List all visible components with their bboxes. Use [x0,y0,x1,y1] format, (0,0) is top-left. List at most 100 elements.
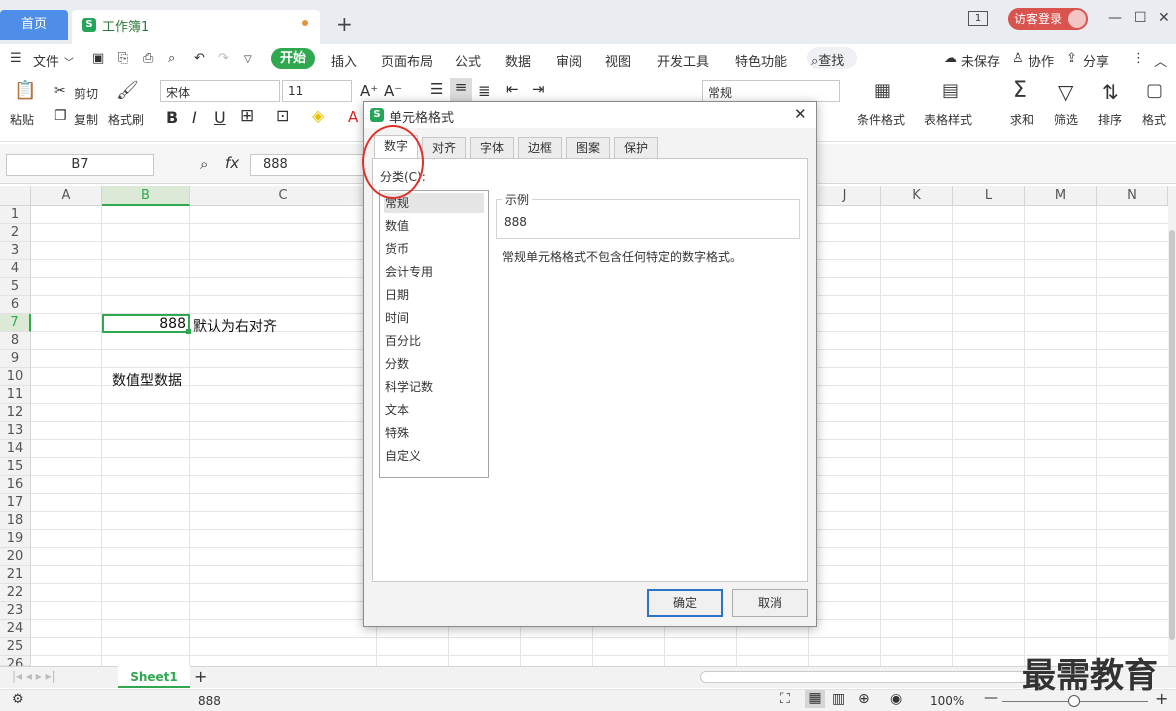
filter-button[interactable]: 筛选 [1054,111,1078,128]
undo-icon[interactable]: ↶ [194,51,205,66]
conditional-format-icon[interactable]: ▦ [874,80,891,101]
export-icon[interactable]: ⎘ [118,51,128,66]
horizontal-scrollbar[interactable] [700,671,1030,683]
fx-icon[interactable]: fx [225,154,239,172]
underline-icon[interactable]: U [214,108,226,127]
category-custom[interactable]: 自定义 [384,446,484,466]
sheet-tab-sheet1[interactable]: Sheet1 [118,666,190,688]
hamburger-icon[interactable]: ☰ [10,51,22,66]
decrease-font-icon[interactable]: A⁻ [384,82,402,100]
tab-pattern[interactable]: 图案 [566,137,610,159]
column-header-k[interactable]: K [881,186,953,206]
dialog-title-bar[interactable]: S 单元格格式 ✕ [364,102,816,128]
redo-icon[interactable]: ↷ [218,51,229,66]
category-scientific[interactable]: 科学记数 [384,377,484,397]
sum-icon[interactable]: Σ [1013,78,1027,103]
fullscreen-icon[interactable]: ⛶ [780,691,790,707]
zoom-icon[interactable]: ⌕ [200,155,208,173]
row-header-23[interactable]: 23 [0,602,31,620]
column-header-n[interactable]: N [1097,186,1168,206]
menu-special[interactable]: 特色功能 [735,51,787,70]
close-window-icon[interactable]: ✕ [1158,10,1170,26]
tab-alignment[interactable]: 对齐 [422,137,466,159]
font-name-select[interactable]: 宋体 [160,80,280,102]
column-header-m[interactable]: M [1025,186,1097,206]
paste-icon[interactable]: 📋 [14,80,36,101]
row-header-10[interactable]: 10 [0,368,31,386]
select-all-corner[interactable] [0,186,31,206]
tab-workbook[interactable]: S 工作簿1 [72,10,320,44]
copy-icon[interactable]: ❐ [54,108,67,124]
paste-button[interactable]: 粘贴 [10,111,34,128]
align-top-icon[interactable]: ☰ [430,80,443,98]
unsaved-label[interactable]: 未保存 [961,51,1000,70]
scissors-icon[interactable]: ✂ [54,83,66,99]
more-chevron-icon[interactable]: ▽ [244,54,252,65]
menu-insert[interactable]: 插入 [331,51,357,70]
column-header-c[interactable]: C [190,186,377,206]
split-view-icon[interactable]: ⊕ [858,691,870,707]
sort-button[interactable]: 排序 [1098,111,1122,128]
row-header-1[interactable]: 1 [0,206,31,224]
search-button[interactable]: ⌕查找 [807,47,857,69]
menu-review[interactable]: 审阅 [556,51,582,70]
cut-button[interactable]: 剪切 [74,85,98,102]
save-icon[interactable]: ▣ [92,51,104,66]
add-sheet-icon[interactable]: + [194,667,207,686]
menu-view[interactable]: 视图 [605,51,631,70]
category-percentage[interactable]: 百分比 [384,331,484,351]
category-currency[interactable]: 货币 [384,239,484,259]
zoom-level[interactable]: 100% [930,694,964,708]
format-painter-button[interactable]: 格式刷 [108,111,144,128]
copy-button[interactable]: 复制 [74,111,98,128]
sheet-nav-arrows-icon[interactable]: |◂ ◂ ▸ ▸| [12,669,56,683]
tab-home[interactable]: 首页 [0,10,68,40]
row-header-24[interactable]: 24 [0,620,31,638]
macro-icon[interactable]: ⚙ [12,692,24,707]
column-header-j[interactable]: J [809,186,881,206]
column-header-a[interactable]: A [31,186,102,206]
table-style-button[interactable]: 表格样式 [924,111,972,128]
italic-icon[interactable]: I [192,108,197,127]
bold-icon[interactable]: B [166,108,178,127]
row-header-20[interactable]: 20 [0,548,31,566]
row-header-13[interactable]: 13 [0,422,31,440]
category-accounting[interactable]: 会计专用 [384,262,484,282]
preview-icon[interactable]: ⌕ [168,51,175,66]
category-fraction[interactable]: 分数 [384,354,484,374]
row-header-12[interactable]: 12 [0,404,31,422]
row-header-22[interactable]: 22 [0,584,31,602]
page-count-badge[interactable]: 1 [968,11,988,26]
row-header-9[interactable]: 9 [0,350,31,368]
menu-page-layout[interactable]: 页面布局 [381,51,433,70]
formula-input[interactable]: 888 [250,154,370,176]
conditional-format-button[interactable]: 条件格式 [857,111,905,128]
menu-formulas[interactable]: 公式 [455,51,481,70]
row-header-26[interactable]: 26 [0,656,31,672]
align-middle-icon[interactable]: ≡ [450,78,472,102]
filter-icon[interactable]: ▽ [1058,80,1073,104]
row-header-18[interactable]: 18 [0,512,31,530]
tab-protection[interactable]: 保护 [614,137,658,159]
chevron-down-icon[interactable]: ﹀ [64,54,74,69]
row-header-16[interactable]: 16 [0,476,31,494]
row-header-8[interactable]: 8 [0,332,31,350]
minimize-icon[interactable]: — [1108,10,1122,26]
category-date[interactable]: 日期 [384,285,484,305]
row-header-14[interactable]: 14 [0,440,31,458]
tab-font[interactable]: 字体 [470,137,514,159]
normal-view-icon[interactable]: ▦ [805,690,825,708]
more-icon[interactable]: ⋮ [1132,51,1145,66]
share-icon[interactable]: ⇪ [1066,51,1077,66]
maximize-icon[interactable]: ☐ [1134,10,1147,26]
dialog-close-icon[interactable]: ✕ [794,105,807,123]
page-view-icon[interactable]: ▥ [832,691,845,707]
font-color-icon[interactable]: A [348,108,358,126]
column-header-l[interactable]: L [953,186,1025,206]
category-text[interactable]: 文本 [384,400,484,420]
table-style-icon[interactable]: ▤ [942,80,959,101]
name-box[interactable]: B7 [6,154,154,176]
menu-data[interactable]: 数据 [505,51,531,70]
row-header-21[interactable]: 21 [0,566,31,584]
menu-file[interactable]: 文件 [33,51,59,70]
